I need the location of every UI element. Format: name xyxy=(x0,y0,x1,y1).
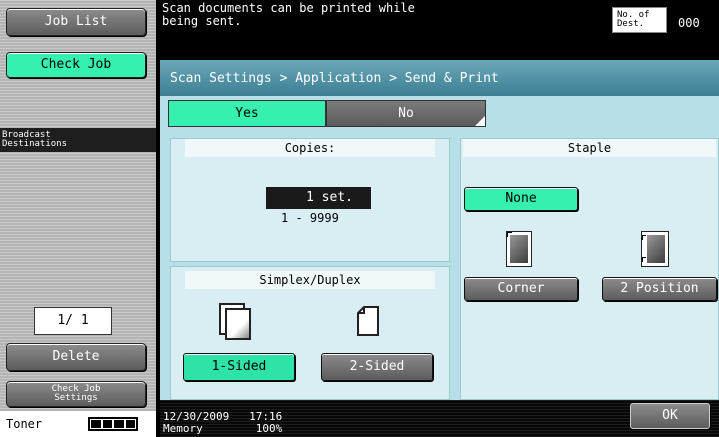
corner-staple-icon xyxy=(506,231,532,267)
duplex-section: Simplex/Duplex 1-Sided 2-Sided xyxy=(170,266,450,400)
one-sided-button[interactable]: 1-Sided xyxy=(183,353,295,381)
staple-none-button[interactable]: None xyxy=(464,187,578,211)
toner-gauge-icon xyxy=(88,417,138,431)
toner-status: Toner xyxy=(0,411,156,437)
two-position-staple-icon xyxy=(641,231,669,267)
send-print-panel: Scan Settings > Application > Send & Pri… xyxy=(160,60,719,400)
breadcrumb: Scan Settings > Application > Send & Pri… xyxy=(160,60,719,96)
staple-title: Staple xyxy=(463,139,716,157)
yes-button[interactable]: Yes xyxy=(168,100,326,127)
staple-section: Staple None Corner 2 Position xyxy=(460,138,719,400)
ok-button[interactable]: OK xyxy=(630,403,710,429)
one-sided-icon xyxy=(219,303,253,343)
corner-triangle-icon xyxy=(475,116,485,126)
job-list-button[interactable]: Job List xyxy=(6,8,146,36)
memory-status: Memory 100% xyxy=(163,422,283,435)
two-sided-icon xyxy=(356,305,380,337)
staple-two-position-button[interactable]: 2 Position xyxy=(602,277,717,301)
check-job-button[interactable]: Check Job xyxy=(6,52,146,78)
delete-button[interactable]: Delete xyxy=(6,343,146,371)
dest-count-value: 000 xyxy=(678,16,700,30)
duplex-title: Simplex/Duplex xyxy=(185,271,435,289)
no-button[interactable]: No xyxy=(326,100,486,127)
copies-title: Copies: xyxy=(185,139,435,157)
copies-input[interactable]: 1 set. xyxy=(266,187,371,209)
copies-range: 1 - 9999 xyxy=(281,211,339,225)
datetime: 12/30/2009 17:16 Memory 100% xyxy=(163,410,283,435)
toner-label: Toner xyxy=(6,417,43,431)
check-job-settings-button[interactable]: Check Job Settings xyxy=(6,381,146,407)
left-panel: Job List Check Job Broadcast Destination… xyxy=(0,0,156,437)
page-indicator: 1/ 1 xyxy=(34,307,112,335)
copies-section: Copies: 1 set. 1 - 9999 xyxy=(170,138,450,262)
staple-corner-button[interactable]: Corner xyxy=(464,277,578,301)
status-message: Scan documents can be printed while bein… xyxy=(162,1,415,28)
status-bar: 12/30/2009 17:16 Memory 100% OK xyxy=(160,400,719,437)
no-button-label: No xyxy=(398,106,414,121)
broadcast-destinations-label: Broadcast Destinations xyxy=(0,128,156,152)
dest-count-label: No. of Dest. xyxy=(612,7,667,33)
two-sided-button[interactable]: 2-Sided xyxy=(321,353,433,381)
